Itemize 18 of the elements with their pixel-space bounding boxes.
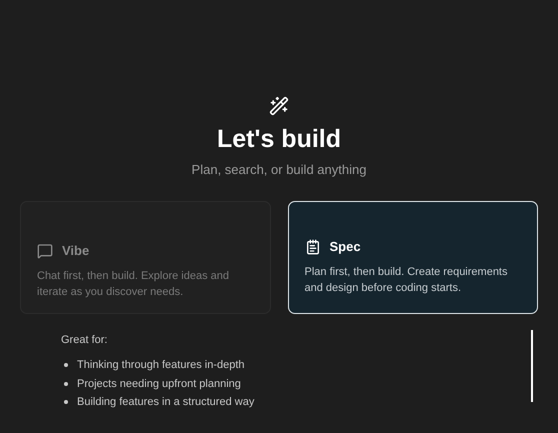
mode-card[interactable]: Spec Plan first, then build. Create requirements and design before coding starts.: [288, 200, 538, 314]
list-item: Building features in a structured way: [77, 395, 254, 410]
list-item: Projects needing upfront planning: [77, 376, 241, 392]
magic-wand-icon: [269, 96, 289, 116]
mode-card[interactable]: Vibe Chat first, then build. Explore ideas and iterate as you discover needs.: [20, 200, 270, 314]
page-subtitle: Plan, search, or build anything: [192, 161, 366, 179]
mode-title: Spec: [330, 238, 361, 256]
document-icon: [304, 238, 320, 254]
page-title: Let's build: [217, 127, 341, 152]
speech-bubble-icon: [37, 242, 53, 258]
mode-description: Chat first, then build. Explore ideas and iterate as you discover needs.: [37, 269, 230, 300]
list-item: Thinking through features in-depth: [77, 358, 245, 373]
section-heading: Great for:: [61, 332, 108, 348]
mode-title: Vibe: [62, 242, 90, 260]
mode-description: Plan first, then build. Create requirements and design before coding starts.: [304, 265, 508, 296]
bullet-icon: [64, 400, 68, 404]
bullet-icon: [64, 363, 68, 368]
bullet-icon: [64, 382, 68, 386]
